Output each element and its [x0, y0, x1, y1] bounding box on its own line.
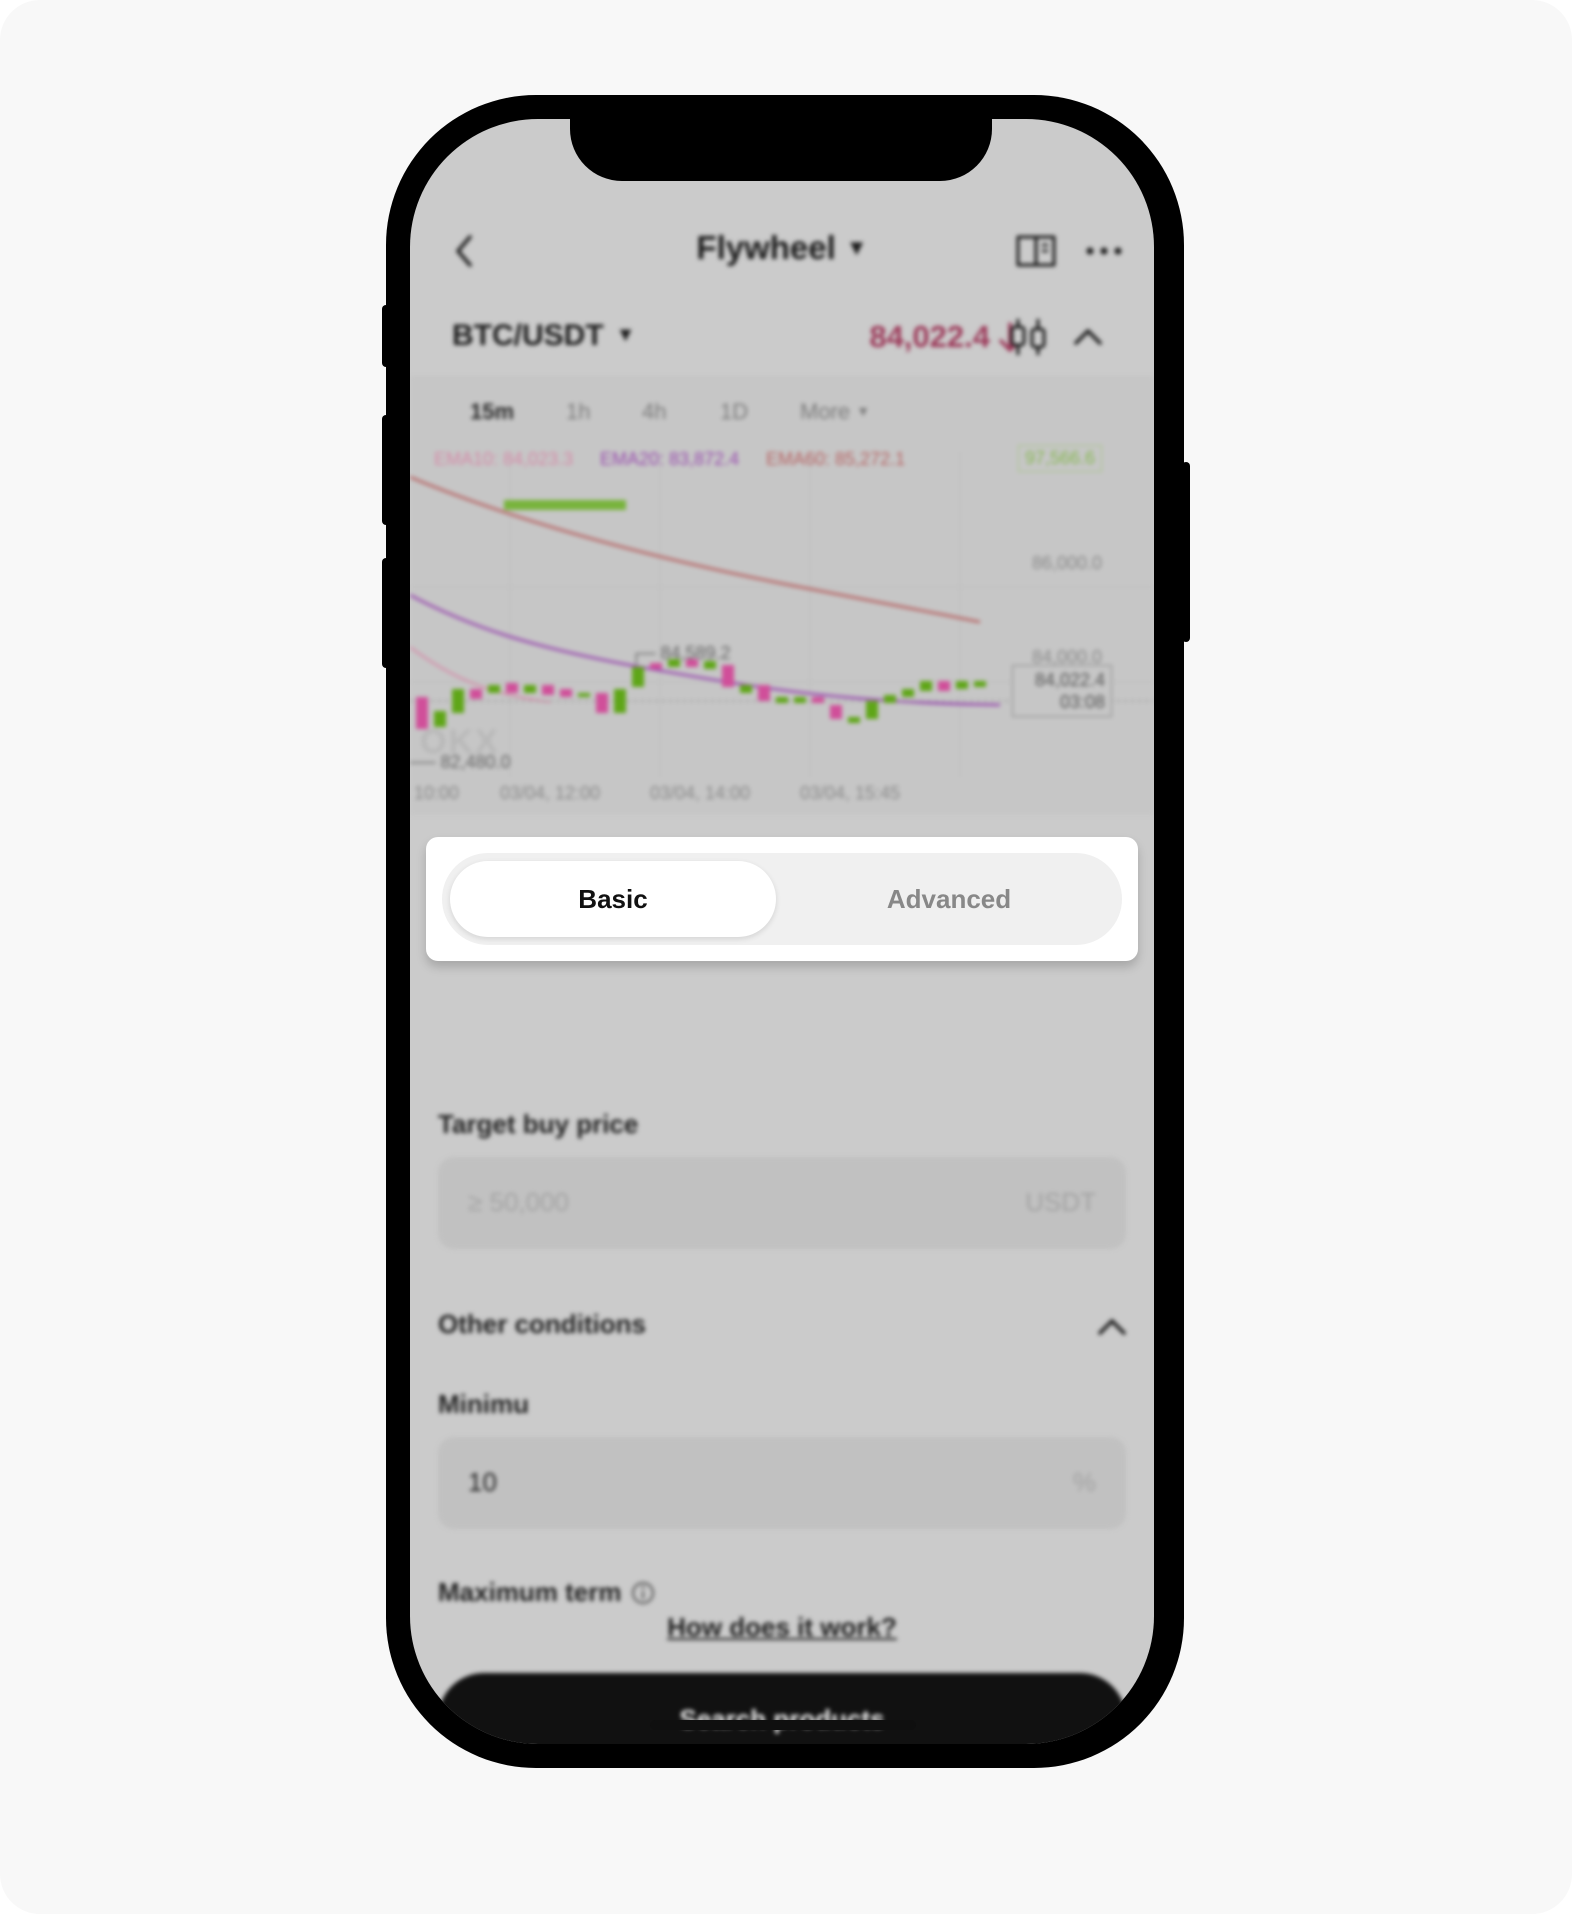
phone-volume-up	[382, 415, 390, 525]
candle-18	[722, 665, 734, 687]
exchange-watermark: OKX	[420, 723, 500, 761]
candle-23	[812, 697, 824, 703]
target-buy-price-label: Target buy price	[438, 1109, 639, 1139]
ema60-label: EMA60: 85,272.1	[766, 449, 906, 469]
caret-down-icon: ▼	[845, 235, 868, 260]
more-dots-icon[interactable]	[1082, 231, 1126, 271]
candle-29	[920, 681, 932, 691]
minimum-label: Minimu	[438, 1389, 529, 1419]
candle-28	[902, 689, 914, 697]
page-title-text: Flywheel	[696, 229, 836, 266]
chart-highlight-bar	[504, 500, 626, 510]
candle-22	[794, 697, 806, 703]
book-icon[interactable]	[1014, 231, 1058, 271]
candle-20	[758, 685, 770, 701]
minimum-input[interactable]: 10 %	[438, 1437, 1126, 1529]
candle-30	[938, 681, 950, 691]
candle-24	[830, 705, 842, 719]
candle-4	[470, 689, 482, 699]
candle-10	[578, 693, 590, 697]
candle-5	[488, 685, 500, 693]
phone-volume-down	[382, 558, 390, 668]
ema20-label: EMA20: 83,872.4	[600, 449, 740, 469]
maximum-term-label: Maximum term	[438, 1577, 622, 1607]
candle-7	[524, 685, 536, 693]
last-price: 84,022.4	[869, 319, 990, 354]
x-axis-label-3: 03/04, 14:00	[650, 783, 751, 803]
candle-9	[560, 689, 572, 697]
candle-8	[542, 685, 554, 695]
trading-pair-text: BTC/USDT	[452, 319, 604, 352]
phone-notch	[570, 119, 992, 181]
candle-27	[884, 695, 896, 703]
target-buy-price-placeholder: ≥ 50,000	[468, 1187, 570, 1217]
minimum-input-value: 10	[468, 1467, 497, 1497]
candlestick-icon[interactable]	[1004, 317, 1052, 357]
candle-21	[776, 697, 788, 703]
x-axis-label-2: 03/04, 12:00	[500, 783, 601, 803]
target-buy-price-input[interactable]: ≥ 50,000 USDT	[438, 1157, 1126, 1249]
current-price-tag: 84,022.4 03:08	[1012, 665, 1112, 717]
target-buy-price-unit: USDT	[1025, 1187, 1096, 1217]
ema10-label: EMA10: 84,023.3	[434, 449, 574, 469]
candle-6	[506, 683, 518, 693]
info-icon[interactable]	[630, 1580, 656, 1606]
trading-pair-selector[interactable]: BTC/USDT ▼	[452, 319, 635, 353]
high-price-marker: ┌─ 84,589.2	[630, 643, 731, 663]
basic-tab[interactable]: Basic	[450, 861, 776, 937]
chevron-up-icon[interactable]	[1070, 319, 1106, 355]
other-conditions-header[interactable]: Other conditions	[438, 1309, 646, 1340]
how-does-it-work-link[interactable]: How does it work?	[410, 1612, 1154, 1643]
advanced-tab[interactable]: Advanced	[786, 861, 1112, 937]
candlestick-chart-svg	[410, 452, 1154, 777]
caret-down-icon: ▼	[615, 324, 636, 346]
candle-countdown: 03:08	[1059, 692, 1105, 712]
search-products-button[interactable]: Search products	[438, 1673, 1126, 1744]
minimum-input-unit: %	[1072, 1467, 1096, 1497]
mode-segmented-control: Basic Advanced	[442, 853, 1122, 945]
phone-mute-switch	[382, 305, 390, 367]
x-axis-label-1: 10:00	[414, 783, 460, 803]
candle-19	[740, 685, 752, 693]
phone-power-button	[1182, 462, 1190, 642]
gridline-label-upper: 86,000.0	[1032, 553, 1103, 573]
chevron-up-icon[interactable]	[1094, 1309, 1130, 1345]
candle-12	[614, 689, 626, 713]
candle-32	[974, 681, 986, 687]
high-price-value: 84,589.2	[660, 643, 731, 663]
top-price-tag: 97,566.6	[1018, 445, 1103, 472]
candle-13	[632, 667, 644, 687]
x-axis-label-4: 03/04, 15:45	[800, 783, 901, 803]
candle-26	[866, 701, 878, 719]
candle-31	[956, 681, 968, 689]
mode-selector-card: Basic Advanced	[426, 837, 1138, 961]
home-indicator	[650, 1720, 916, 1730]
candle-3	[452, 689, 464, 713]
current-price-value: 84,022.4	[1034, 670, 1105, 690]
candle-25	[848, 717, 860, 723]
candle-11	[596, 693, 608, 713]
